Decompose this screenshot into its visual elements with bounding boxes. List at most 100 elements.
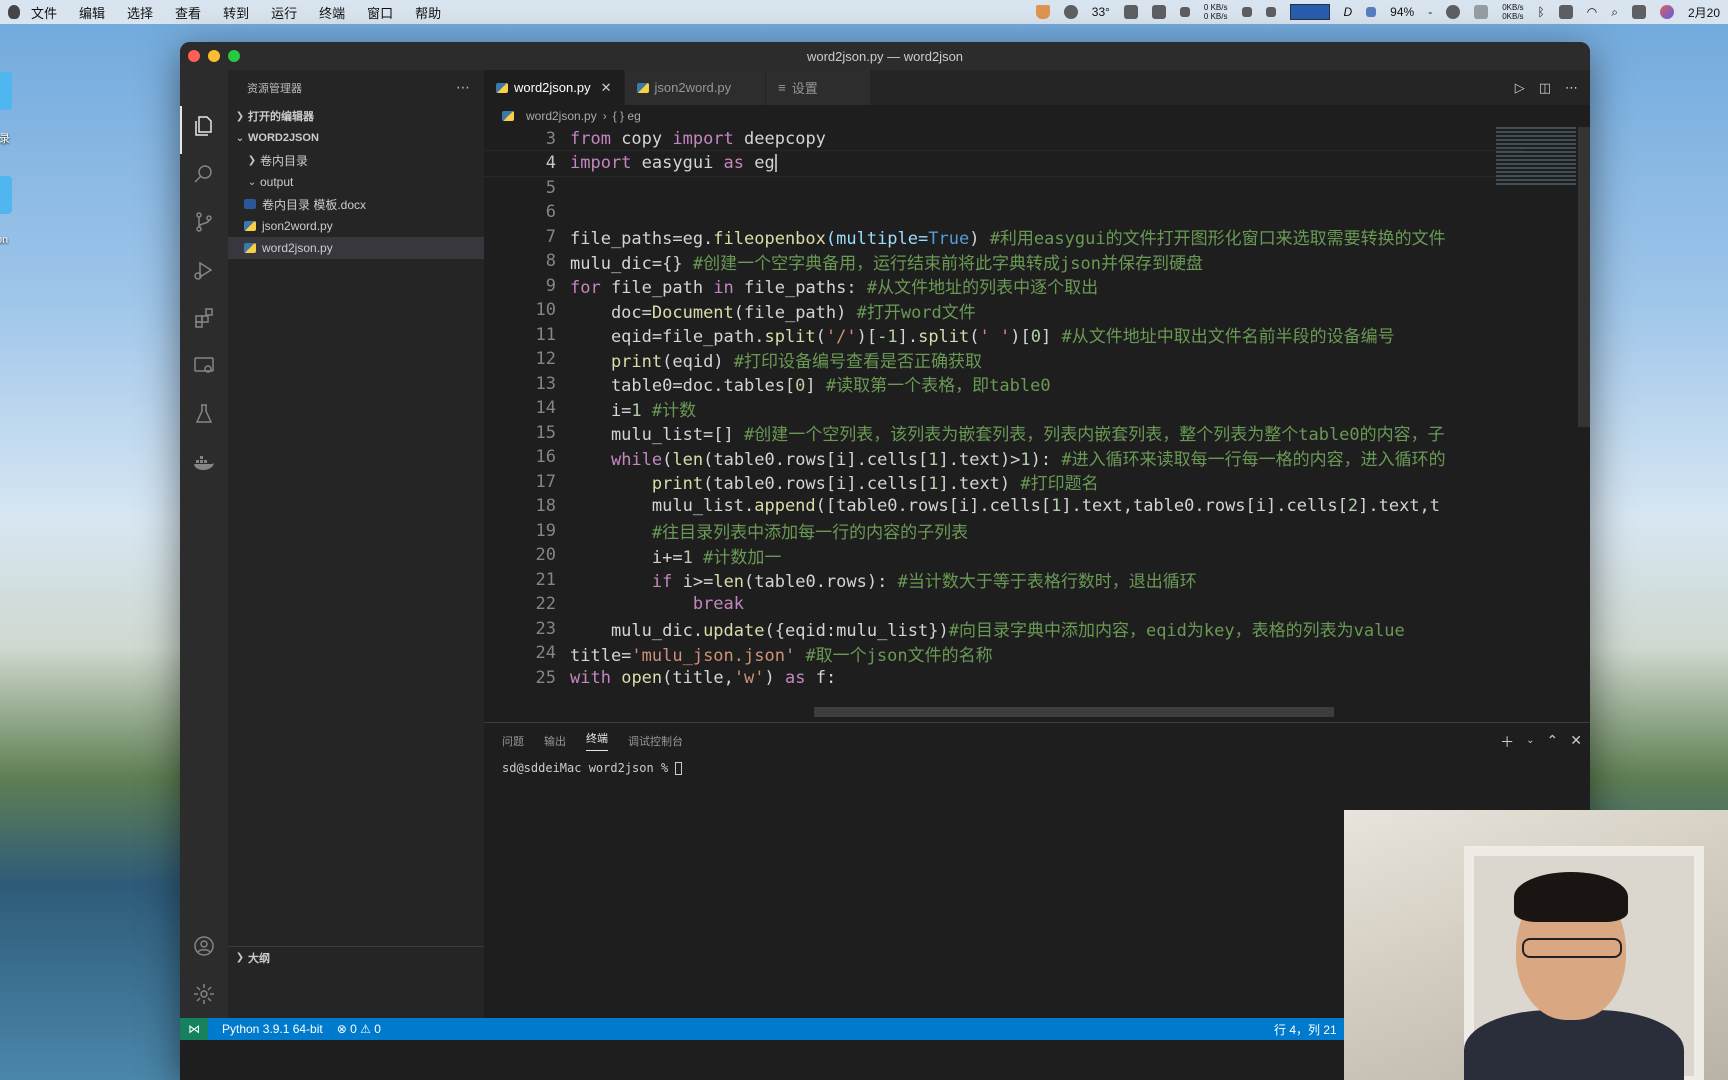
testing-flask-icon[interactable] — [192, 402, 216, 426]
run-file-icon[interactable]: ▷ — [1515, 80, 1525, 96]
code-line[interactable]: 15 mulu_list=[] #创建一个空列表，该列表为嵌套列表，列表内嵌套列… — [484, 419, 1524, 446]
menu-edit[interactable]: 编辑 — [79, 3, 105, 22]
tree-folder-juannei[interactable]: ❯ 卷内目录 — [228, 149, 484, 171]
menu-help[interactable]: 帮助 — [415, 3, 441, 22]
code-line[interactable]: 16 while(len(table0.rows[i].cells[1].tex… — [484, 444, 1524, 471]
desktop-json-icon[interactable] — [0, 176, 12, 214]
network-speed-2[interactable]: 0KB/s 0KB/s — [1502, 3, 1523, 21]
more-actions-icon[interactable]: ⋯ — [1565, 80, 1578, 96]
tab-settings[interactable]: ≡ 设置 — [766, 70, 871, 105]
bluetooth-icon[interactable]: ᛒ — [1538, 5, 1545, 19]
code-line[interactable]: 6 — [484, 199, 1524, 226]
chevron-down-icon[interactable]: ⌄ — [1526, 732, 1534, 752]
battery-percent[interactable]: 94% — [1390, 5, 1414, 19]
docker-icon[interactable] — [192, 450, 216, 474]
source-control-icon[interactable] — [192, 210, 216, 234]
vertical-scrollbar[interactable] — [1578, 127, 1590, 427]
menubar-date[interactable]: 2月20 — [1688, 4, 1720, 21]
terminal-prompt[interactable]: sd@sddeiMac word2json % — [502, 761, 683, 775]
open-editors-section[interactable]: ❯ 打开的编辑器 — [228, 105, 484, 127]
minimize-window-button[interactable] — [208, 50, 220, 62]
disk-label[interactable]: D — [1344, 5, 1353, 19]
control-center-icon[interactable] — [1631, 5, 1646, 19]
menu-window[interactable]: 窗口 — [367, 3, 393, 22]
close-window-button[interactable] — [188, 50, 200, 62]
code-line[interactable]: 14 i=1 #计数 — [484, 395, 1524, 422]
window-titlebar[interactable]: word2json.py — word2json — [180, 42, 1590, 70]
tree-file-word2json[interactable]: word2json.py — [228, 237, 484, 259]
code-line[interactable]: 20 i+=1 #计数加一 — [484, 542, 1524, 569]
extensions-icon[interactable] — [192, 306, 216, 330]
remote-explorer-icon[interactable] — [192, 354, 216, 378]
code-line[interactable]: 7 file_paths=eg.fileopenbox(multiple=True… — [484, 223, 1524, 250]
search-icon[interactable] — [192, 162, 216, 186]
apple-icon[interactable] — [8, 5, 20, 19]
breadcrumb-symbol[interactable]: { } eg — [613, 109, 641, 123]
tab-json2word[interactable]: json2word.py — [624, 70, 767, 105]
tab-word2json[interactable]: word2json.py ✕ — [484, 70, 625, 105]
code-line[interactable]: 8 mulu_dic={} #创建一个空字典备用，运行结束前将此字典转成json并… — [484, 248, 1524, 275]
cat-icon[interactable] — [1474, 5, 1489, 19]
network-speed[interactable]: 0 KB/s 0 KB/s — [1204, 3, 1228, 21]
code-line[interactable]: 13 table0=doc.tables[0] #读取第一个表格，即table0 — [484, 370, 1524, 397]
temperature-readout[interactable]: 33° — [1092, 5, 1110, 19]
code-line[interactable]: 19 #往目录列表中添加每一行的内容的子列表 — [484, 517, 1524, 544]
horizontal-scrollbar[interactable] — [814, 707, 1334, 717]
code-line[interactable]: 17 print(table0.rows[i].cells[1].text) #… — [484, 468, 1524, 495]
code-line[interactable]: 25 with open(title,'w') as f: — [484, 664, 1524, 691]
minimap[interactable] — [1496, 127, 1576, 187]
explorer-icon[interactable] — [192, 114, 216, 138]
memory-icon[interactable] — [1241, 7, 1252, 17]
close-icon[interactable]: ✕ — [601, 80, 612, 96]
code-line[interactable]: 10 doc=Document(file_path) #打开word文件 — [484, 297, 1524, 324]
more-actions-icon[interactable]: ⋯ — [456, 79, 470, 96]
python-interpreter[interactable]: Python 3.9.1 64-bit — [222, 1022, 323, 1036]
screens-icon[interactable] — [1151, 5, 1166, 19]
menu-file[interactable]: 文件 — [31, 3, 57, 22]
split-editor-icon[interactable]: ◫ — [1539, 80, 1551, 96]
code-line[interactable]: 18 mulu_list.append([table0.rows[i].cell… — [484, 493, 1524, 520]
outline-section[interactable]: ❯ 大纲 — [228, 946, 484, 968]
tree-file-docx[interactable]: 卷内目录 模板.docx — [228, 193, 484, 215]
clock-widget-icon[interactable] — [1063, 5, 1078, 19]
menu-go[interactable]: 转到 — [223, 3, 249, 22]
close-panel-icon[interactable]: ✕ — [1570, 732, 1582, 752]
project-section[interactable]: ⌄ WORD2JSON — [228, 127, 484, 149]
remote-indicator-icon[interactable]: ⋈ — [180, 1018, 208, 1040]
menu-run[interactable]: 运行 — [271, 3, 297, 22]
code-line[interactable]: 21 if i>=len(table0.rows): #当计数大于等于表格行数时… — [484, 566, 1524, 593]
maximize-panel-icon[interactable]: ⌃ — [1547, 732, 1559, 752]
breadcrumb-file[interactable]: word2json.py — [526, 109, 597, 123]
code-line[interactable]: 12 print(eqid) #打印设备编号查看是否正确获取 — [484, 346, 1524, 373]
tab-terminal[interactable]: 终端 — [586, 730, 608, 751]
code-line[interactable]: 3 from copy import deepcopy — [484, 127, 1524, 152]
spotlight-search-icon[interactable]: ⌕ — [1611, 5, 1618, 20]
input-method-icon[interactable] — [1558, 5, 1573, 19]
code-line[interactable]: 9 for file_path in file_paths: #从文件地址的列表中… — [484, 272, 1524, 299]
code-editor[interactable]: 3 from copy import deepcopy 4 import easygu… — [484, 127, 1590, 717]
cpu-graph[interactable] — [1289, 4, 1330, 20]
code-line[interactable]: 4 import easygui as eg — [484, 149, 1524, 177]
arrows-icon[interactable] — [1179, 7, 1190, 17]
zoom-window-button[interactable] — [228, 50, 240, 62]
code-line[interactable]: 24 title='mulu_json.json' #取一个json文件的名称 — [484, 640, 1524, 667]
code-line[interactable]: 5 — [484, 174, 1524, 201]
code-line[interactable]: 23 mulu_dic.update({eqid:mulu_list})#向目录… — [484, 615, 1524, 642]
vlc-icon[interactable] — [1035, 5, 1050, 19]
code-line[interactable]: 22 break — [484, 591, 1524, 618]
wifi-icon[interactable]: ◠ — [1587, 5, 1597, 19]
settings-gear-icon[interactable] — [192, 982, 216, 1006]
tree-file-json2word[interactable]: json2word.py — [228, 215, 484, 237]
menu-view[interactable]: 查看 — [175, 3, 201, 22]
run-debug-icon[interactable] — [192, 258, 216, 282]
sensor-icon[interactable] — [1265, 7, 1276, 17]
new-terminal-icon[interactable]: ＋ — [1500, 732, 1514, 752]
tab-debug-console[interactable]: 调试控制台 — [628, 733, 683, 749]
code-line[interactable]: 11 eqid=file_path.split('/')[-1].split('… — [484, 321, 1524, 348]
desktop-file-icon[interactable] — [0, 72, 12, 110]
menu-terminal[interactable]: 终端 — [319, 3, 345, 22]
accounts-icon[interactable] — [192, 934, 216, 958]
notification-icon[interactable] — [1123, 5, 1138, 19]
minus-icon[interactable]: - — [1428, 5, 1432, 19]
cursor-position[interactable]: 行 4，列 21 — [1274, 1021, 1337, 1038]
